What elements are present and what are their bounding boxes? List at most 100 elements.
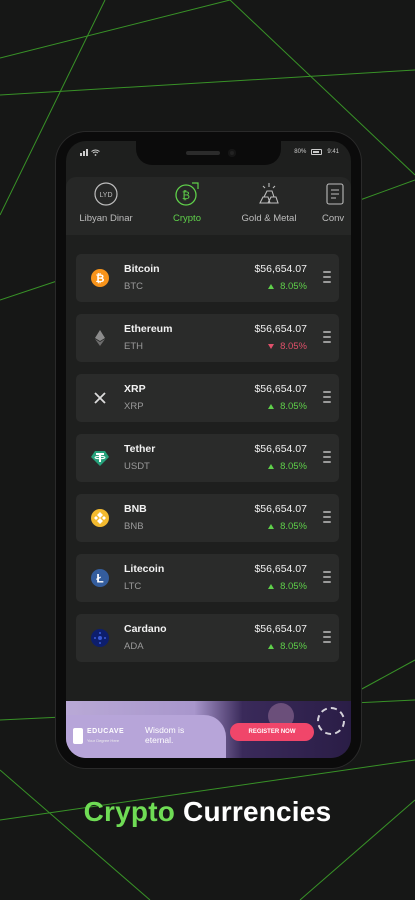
xrp-coin-icon xyxy=(94,392,106,404)
coin-symbol: BTC xyxy=(124,281,143,292)
ad-brand: EDUCAVE xyxy=(87,728,125,735)
up-arrow-icon xyxy=(268,284,275,289)
coin-price: $56,654.07 xyxy=(254,623,307,635)
coin-price: $56,654.07 xyxy=(254,263,307,275)
coin-row-bnb[interactable]: BNB BNB $56,654.07 8.05% xyxy=(76,494,339,542)
coin-symbol: ADA xyxy=(124,641,144,652)
up-arrow-icon xyxy=(268,584,275,589)
tab-label: Conv xyxy=(322,213,345,224)
coin-row-bitcoin[interactable]: ₿ Bitcoin BTC $56,654.07 8.05% xyxy=(76,254,339,302)
tab-converter[interactable]: Conv xyxy=(322,181,351,224)
wifi-icon xyxy=(91,149,100,156)
coin-price: $56,654.07 xyxy=(254,443,307,455)
ad-decoration xyxy=(317,707,345,735)
educave-logo-icon xyxy=(73,728,83,744)
coin-row-cardano[interactable]: Cardano ADA $56,654.07 8.05% xyxy=(76,614,339,662)
drag-handle-icon[interactable] xyxy=(323,511,331,525)
coin-change-value: 8.05% xyxy=(280,521,307,532)
coin-row-ethereum[interactable]: Ethereum ETH $56,654.07 8.05% xyxy=(76,314,339,362)
coin-name: Tether xyxy=(124,443,156,455)
ad-brand-tagline: Your Degree Here xyxy=(87,738,120,743)
cardano-coin-icon xyxy=(91,629,109,647)
headline-rest: Currencies xyxy=(183,796,332,827)
drag-handle-icon[interactable] xyxy=(323,391,331,405)
bitcoin-icon: ₿ xyxy=(175,182,199,206)
battery-percent: 80% xyxy=(294,149,307,155)
up-arrow-icon xyxy=(268,644,275,649)
app-screen: 80% 9:41 LYD Libyan Dinar ₿ Crypto Gold … xyxy=(66,141,351,758)
coin-name: Cardano xyxy=(124,623,167,635)
coin-change-value: 8.05% xyxy=(280,341,307,352)
ad-banner[interactable]: EDUCAVE Your Degree Here Wisdom is etern… xyxy=(66,701,351,758)
tab-libyan-dinar[interactable]: LYD Libyan Dinar xyxy=(74,181,138,224)
headline-accent: Crypto xyxy=(83,796,176,827)
tab-label: Libyan Dinar xyxy=(79,213,133,224)
coin-price: $56,654.07 xyxy=(254,383,307,395)
bitcoin-coin-icon: ₿ xyxy=(91,269,109,287)
coin-change: 8.05% xyxy=(268,341,307,352)
coin-change: 8.05% xyxy=(268,281,307,292)
status-time: 9:41 xyxy=(327,149,339,155)
coin-change-value: 8.05% xyxy=(280,641,307,652)
ad-slogan: Wisdom is eternal. xyxy=(145,725,185,745)
svg-text:LYD: LYD xyxy=(99,192,112,199)
litecoin-coin-icon: Ł xyxy=(91,569,109,587)
status-right: 80% 9:41 xyxy=(294,149,339,155)
register-now-button[interactable]: REGISTER NOW xyxy=(230,723,314,741)
coin-change: 8.05% xyxy=(268,641,307,652)
svg-text:Ł: Ł xyxy=(96,572,103,586)
category-tabs: LYD Libyan Dinar ₿ Crypto Gold & Metal C… xyxy=(66,177,351,235)
coin-name: XRP xyxy=(124,383,146,395)
drag-handle-icon[interactable] xyxy=(323,631,331,645)
coin-name: Bitcoin xyxy=(124,263,160,275)
drag-handle-icon[interactable] xyxy=(323,451,331,465)
coin-name: Ethereum xyxy=(124,323,173,335)
notch xyxy=(136,141,281,165)
coin-change: 8.05% xyxy=(268,521,307,532)
coin-price: $56,654.07 xyxy=(254,323,307,335)
coin-change: 8.05% xyxy=(268,461,307,472)
up-arrow-icon xyxy=(268,524,275,529)
coin-row-xrp[interactable]: XRP XRP $56,654.07 8.05% xyxy=(76,374,339,422)
coin-row-tether[interactable]: Tether USDT $56,654.07 8.05% xyxy=(76,434,339,482)
coin-price: $56,654.07 xyxy=(254,503,307,515)
coin-symbol: ETH xyxy=(124,341,143,352)
coin-name: Litecoin xyxy=(124,563,165,575)
camera xyxy=(228,149,236,157)
coin-change: 8.05% xyxy=(268,581,307,592)
tab-gold-metal[interactable]: Gold & Metal xyxy=(236,181,302,224)
promo-headline: Crypto Currencies xyxy=(0,796,415,828)
coin-row-litecoin[interactable]: Ł Litecoin LTC $56,654.07 8.05% xyxy=(76,554,339,602)
svg-text:₿: ₿ xyxy=(96,273,105,285)
tether-coin-icon xyxy=(91,451,109,466)
tab-label: Gold & Metal xyxy=(241,213,297,224)
drag-handle-icon[interactable] xyxy=(323,331,331,345)
lyd-icon: LYD xyxy=(94,182,118,206)
coin-change-value: 8.05% xyxy=(280,581,307,592)
signal-icon xyxy=(80,149,88,156)
battery-icon xyxy=(311,149,323,155)
converter-icon xyxy=(326,183,344,205)
coin-symbol: LTC xyxy=(124,581,142,592)
coin-change-value: 8.05% xyxy=(280,461,307,472)
coin-change-value: 8.05% xyxy=(280,281,307,292)
speaker xyxy=(186,151,220,155)
down-arrow-icon xyxy=(268,344,275,349)
bnb-coin-icon xyxy=(91,509,109,527)
status-signal xyxy=(80,149,100,156)
coin-symbol: XRP xyxy=(124,401,144,412)
gold-bars-icon xyxy=(259,183,279,204)
coin-change-value: 8.05% xyxy=(280,401,307,412)
coin-price: $56,654.07 xyxy=(254,563,307,575)
ethereum-coin-icon xyxy=(95,330,105,346)
up-arrow-icon xyxy=(268,464,275,469)
coin-symbol: USDT xyxy=(124,461,150,472)
coin-change: 8.05% xyxy=(268,401,307,412)
coin-name: BNB xyxy=(124,503,147,515)
tab-label: Crypto xyxy=(173,213,201,224)
drag-handle-icon[interactable] xyxy=(323,571,331,585)
coin-symbol: BNB xyxy=(124,521,144,532)
tab-crypto[interactable]: ₿ Crypto xyxy=(159,181,215,224)
drag-handle-icon[interactable] xyxy=(323,271,331,285)
up-arrow-icon xyxy=(268,404,275,409)
